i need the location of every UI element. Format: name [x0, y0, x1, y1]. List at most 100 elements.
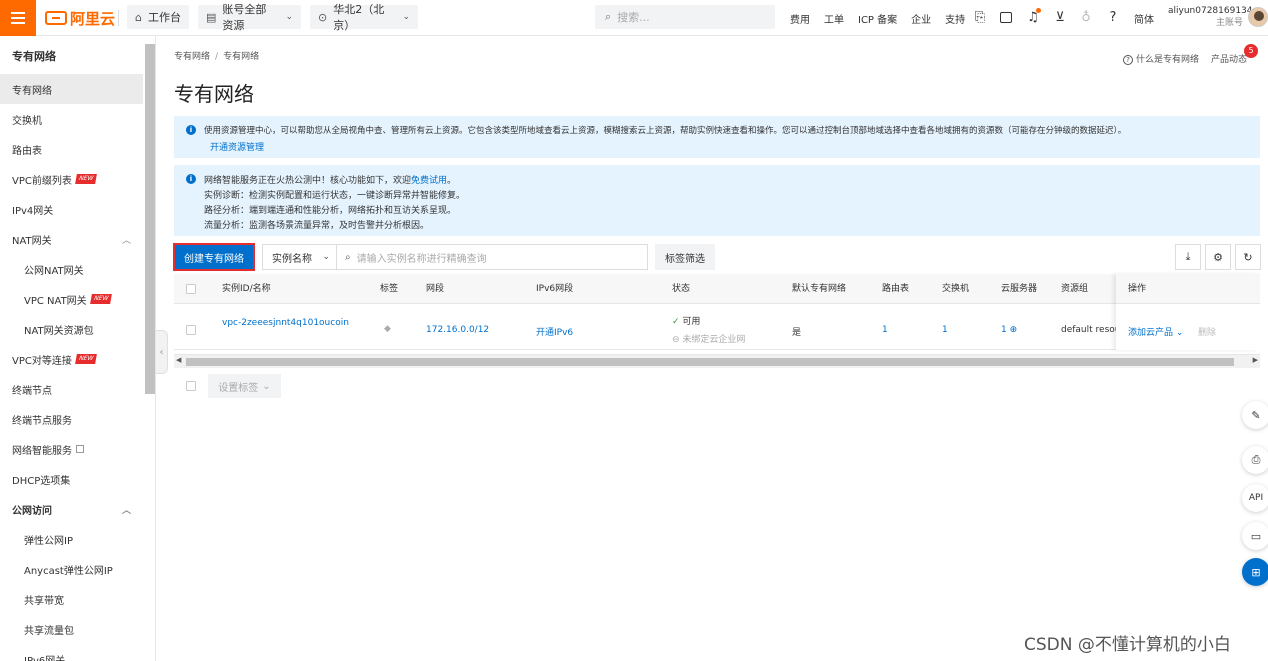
question-icon: ?: [1123, 55, 1133, 65]
help-icon[interactable]: ?: [1105, 10, 1121, 26]
tag-icon[interactable]: ◆: [384, 324, 391, 334]
notice-text: 使用资源管理中心，可以帮助您从全局视角中查、管理所有云上资源。它包含该类型所地域…: [204, 126, 1127, 136]
search-icon: ⌕: [345, 251, 351, 263]
product-news-link[interactable]: 产品动态: [1211, 52, 1247, 65]
app-icon[interactable]: ⎘: [972, 10, 988, 26]
workbench-label: 工作台: [147, 11, 181, 24]
avatar[interactable]: [1248, 7, 1268, 27]
sidebar-item-endpoint[interactable]: 终端节点: [0, 374, 143, 404]
column-header: IPv6网段: [536, 284, 574, 294]
instance-search-input[interactable]: ⌕ 请输入实例名称进行精确查询: [336, 244, 648, 270]
sidebar-item-ipv6-gateway[interactable]: IPv6网关: [0, 644, 143, 661]
column-header: 操作: [1116, 274, 1260, 304]
column-header: 云服务器: [1001, 284, 1038, 294]
sidebar-item-vpc-peering[interactable]: VPC对等连接 NEW: [0, 344, 143, 374]
sidebar-item-prefix-list[interactable]: VPC前缀列表 NEW: [0, 164, 143, 194]
breadcrumb-separator: /: [215, 52, 219, 62]
tag-filter-button[interactable]: 标签筛选: [655, 244, 715, 270]
sidebar-collapse-handle[interactable]: ‹: [156, 330, 168, 374]
column-header: 网段: [426, 284, 445, 294]
region-label: 华北2（北京）: [333, 3, 385, 32]
billing-link[interactable]: 费用: [790, 11, 810, 26]
breadcrumb-item[interactable]: 专有网络: [174, 52, 210, 62]
account-scope-label: 账号全部资源: [222, 3, 267, 32]
sidebar-item-network-intelligence[interactable]: 网络智能服务: [0, 434, 143, 464]
sidebar-item-endpoint-service[interactable]: 终端节点服务: [0, 404, 143, 434]
enable-ipv6-link[interactable]: 开通IPv6: [536, 325, 573, 338]
sidebar-item-ipv4-gateway[interactable]: IPv4网关: [0, 194, 143, 224]
terminal-icon[interactable]: [1000, 12, 1012, 23]
add-circle-icon: ⊕: [1009, 325, 1018, 335]
create-vpc-button[interactable]: 创建专有网络: [173, 243, 255, 271]
chevron-down-icon: ⌄: [285, 12, 293, 22]
sidebar-item-route-table[interactable]: 路由表: [0, 134, 143, 164]
sidebar-item-shared-traffic[interactable]: 共享流量包: [0, 614, 143, 644]
breadcrumb-item: 专有网络: [223, 52, 260, 62]
scroll-right-icon[interactable]: ▶: [1253, 356, 1258, 364]
apps-icon[interactable]: ⊞: [1242, 558, 1268, 586]
batch-select-checkbox[interactable]: [186, 381, 196, 391]
sidebar-item-anycast-eip[interactable]: Anycast弹性公网IP: [0, 554, 143, 584]
api-icon[interactable]: API: [1242, 484, 1268, 512]
sidebar-item-eip[interactable]: 弹性公网IP: [0, 524, 143, 554]
top-navigation-bar: 阿里云 ⌂ 工作台 ▤ 账号全部资源 ⌄ ⊙ 华北2（北京） ⌄ ⌕ 搜索...…: [0, 0, 1268, 36]
lightbulb-icon[interactable]: ♁: [1078, 10, 1094, 26]
sidebar-item-nat-package[interactable]: NAT网关资源包: [0, 314, 143, 344]
global-search-input[interactable]: ⌕ 搜索...: [595, 5, 775, 29]
user-info[interactable]: aliyun0728169134 主账号: [1168, 6, 1253, 29]
support-link[interactable]: 支持: [945, 11, 965, 26]
scrollbar-thumb[interactable]: [186, 358, 1234, 366]
filter-field-select[interactable]: 实例名称 ⌄: [262, 244, 336, 270]
clipboard-icon[interactable]: ⎙: [1242, 446, 1268, 474]
free-trial-link[interactable]: 免费试用: [411, 176, 447, 186]
region-dropdown[interactable]: ⊙ 华北2（北京） ⌄: [310, 3, 418, 32]
ticket-link[interactable]: 工单: [824, 11, 844, 26]
set-tags-button[interactable]: 设置标签 ⌄: [208, 374, 281, 398]
sidebar-group-public-access[interactable]: 公网访问 ︿: [0, 494, 143, 524]
vswitch-count-link[interactable]: 1: [942, 325, 948, 335]
table-horizontal-scrollbar[interactable]: ◀ ▶: [174, 354, 1260, 368]
scroll-left-icon[interactable]: ◀: [176, 356, 181, 364]
sidebar-item-dhcp[interactable]: DHCP选项集: [0, 464, 143, 494]
chat-icon[interactable]: ▭: [1242, 522, 1268, 550]
sidebar-item-label: DHCP选项集: [12, 475, 71, 487]
notice-line: 实例诊断：检测实例配置和运行状态，一键诊断异常并智能修复。: [204, 191, 466, 201]
edit-icon[interactable]: ✎: [1242, 401, 1268, 429]
route-table-count-link[interactable]: 1: [882, 325, 888, 335]
sidebar-item-shared-bandwidth[interactable]: 共享带宽: [0, 584, 143, 614]
refresh-icon[interactable]: ↻: [1235, 244, 1261, 270]
help-link[interactable]: ? 什么是专有网络: [1123, 52, 1199, 65]
sidebar-item-label: 终端节点服务: [12, 415, 72, 427]
add-cloud-product-label: 添加云产品: [1128, 328, 1174, 338]
sidebar-item-vpc-nat[interactable]: VPC NAT网关 NEW: [0, 284, 143, 314]
instance-id-link[interactable]: vpc-2zeeesjnnt4q101oucoin: [222, 318, 349, 328]
download-icon[interactable]: ⤓: [1175, 244, 1201, 270]
sidebar-scrollbar[interactable]: [145, 44, 155, 394]
search-icon: ⌕: [605, 10, 612, 23]
sidebar-item-public-nat[interactable]: 公网NAT网关: [0, 254, 143, 284]
location-icon: ⊙: [318, 10, 328, 24]
enterprise-link[interactable]: 企业: [911, 11, 931, 26]
row-checkbox[interactable]: [186, 325, 196, 335]
sidebar-group-nat[interactable]: NAT网关 ︿: [0, 224, 143, 254]
resource-management-notice: i 使用资源管理中心，可以帮助您从全局视角中查、管理所有云上资源。它包含该类型所…: [174, 116, 1260, 158]
workbench-button[interactable]: ⌂ 工作台: [127, 5, 189, 29]
cidr-link[interactable]: 172.16.0.0/12: [426, 325, 489, 335]
gear-icon[interactable]: ⚙: [1205, 244, 1231, 270]
delete-link[interactable]: 删除: [1198, 325, 1216, 338]
add-cloud-product-dropdown[interactable]: 添加云产品 ⌄: [1128, 325, 1183, 338]
cen-status: ⊖ 未绑定云企业网: [672, 332, 745, 345]
icp-link[interactable]: ICP 备案: [858, 11, 897, 26]
select-all-checkbox[interactable]: [186, 284, 196, 294]
hamburger-menu-icon[interactable]: [0, 0, 36, 36]
language-switch[interactable]: 简体: [1134, 11, 1154, 26]
sidebar-item-label: 交换机: [12, 115, 42, 127]
account-scope-dropdown[interactable]: ▤ 账号全部资源 ⌄: [198, 3, 301, 32]
sidebar-item-vswitch[interactable]: 交换机: [0, 104, 143, 134]
enable-resource-management-link[interactable]: 开通资源管理: [210, 140, 264, 153]
ecs-count-cell[interactable]: 1 ⊕: [1001, 325, 1017, 335]
breadcrumb: 专有网络 / 专有网络: [174, 49, 259, 62]
cart-icon[interactable]: ⊻: [1052, 10, 1068, 26]
aliyun-logo[interactable]: 阿里云: [45, 8, 115, 28]
sidebar-item-vpc[interactable]: 专有网络: [0, 74, 143, 104]
